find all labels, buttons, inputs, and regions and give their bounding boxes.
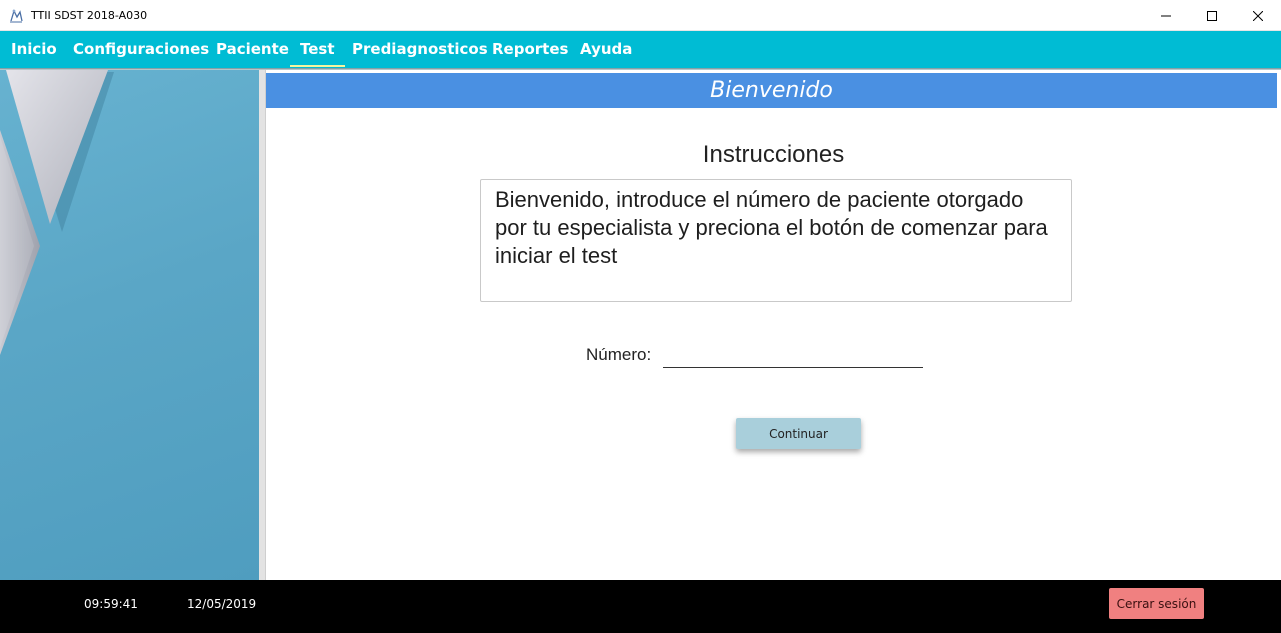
minimize-button[interactable] — [1143, 0, 1189, 31]
main-content: Bienvenido Instrucciones Bienvenido, int… — [266, 70, 1281, 580]
menu-item-inicio[interactable]: Inicio — [11, 31, 57, 68]
numero-input[interactable] — [663, 342, 923, 368]
menu-item-paciente[interactable]: Paciente — [216, 31, 289, 68]
minimize-icon — [1161, 15, 1171, 16]
clock-time: 09:59:41 — [84, 597, 138, 611]
close-button[interactable] — [1235, 0, 1281, 31]
status-footer: 09:59:41 12/05/2019 Cerrar sesión — [0, 580, 1281, 633]
numero-label: Número: — [586, 345, 652, 364]
app-logo-icon — [8, 8, 24, 24]
instructions-text: Bienvenido, introduce el número de pacie… — [480, 179, 1072, 302]
menu-item-ayuda[interactable]: Ayuda — [580, 31, 632, 68]
menu-item-reportes[interactable]: Reportes — [492, 31, 568, 68]
page-title: Bienvenido — [266, 73, 1277, 108]
window-title: TTII SDST 2018-A030 — [31, 9, 148, 22]
maximize-button[interactable] — [1189, 0, 1235, 31]
menu-item-configuraciones[interactable]: Configuraciones — [73, 31, 209, 68]
logout-button[interactable]: Cerrar sesión — [1109, 588, 1204, 619]
menu-bar: Inicio Configuraciones Paciente Test Pre… — [0, 31, 1281, 68]
instructions-title: Instrucciones — [702, 141, 845, 168]
title-bar: TTII SDST 2018-A030 — [0, 0, 1281, 31]
decorative-background-image — [0, 70, 114, 355]
maximize-icon — [1207, 10, 1217, 21]
menu-item-prediagnosticos[interactable]: Prediagnosticos — [352, 31, 488, 68]
close-icon — [1253, 10, 1263, 21]
clock-date: 12/05/2019 — [187, 597, 257, 611]
panel-divider — [259, 70, 266, 580]
decorative-side-panel — [0, 70, 259, 580]
continue-button[interactable]: Continuar — [736, 418, 861, 449]
menu-item-test[interactable]: Test — [290, 31, 344, 68]
